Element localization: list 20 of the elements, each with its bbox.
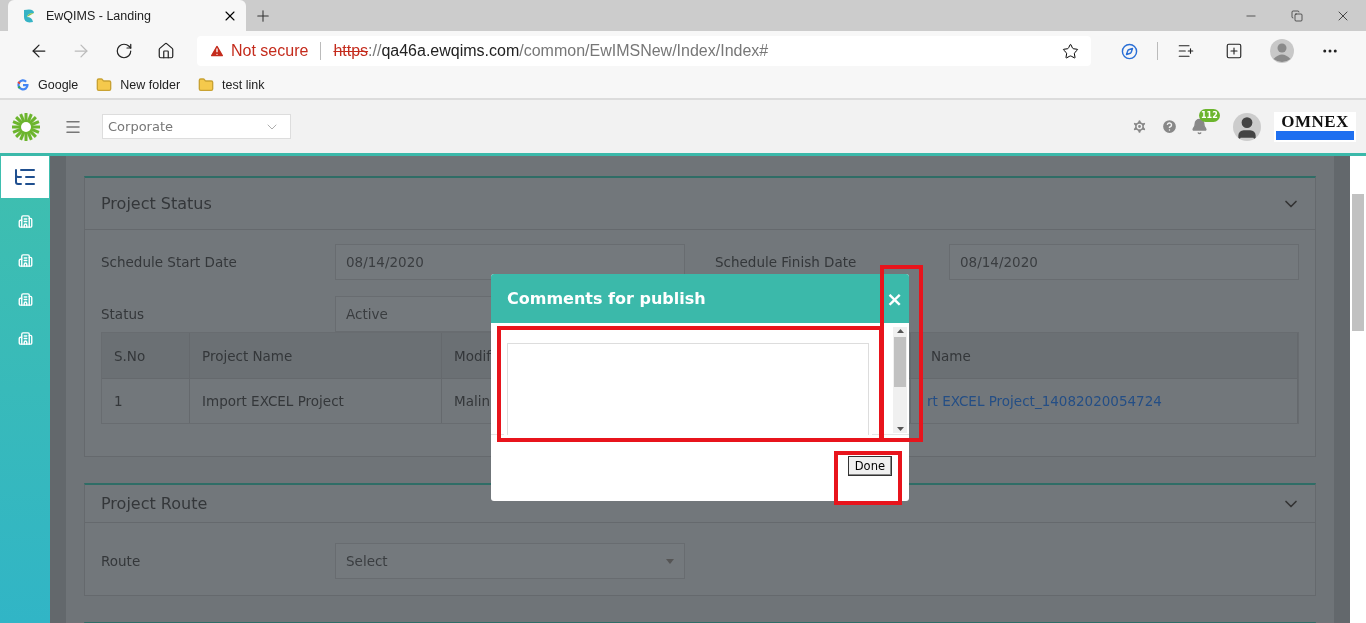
panel-title: Project Route bbox=[101, 494, 208, 513]
column-header: Name bbox=[911, 333, 1298, 378]
column-header: Project Name bbox=[190, 333, 442, 378]
not-secure-label: Not secure bbox=[231, 42, 309, 60]
notification-badge: 112 bbox=[1199, 109, 1220, 122]
table-cell: Import EXCEL Project bbox=[190, 378, 442, 423]
table-cell: 1 bbox=[102, 378, 190, 423]
url-separator: :// bbox=[368, 42, 382, 60]
dialog-title: Comments for publish bbox=[507, 289, 706, 308]
field-label: Schedule Finish Date bbox=[715, 254, 858, 270]
column-header: S.No bbox=[102, 333, 190, 378]
field-label: Schedule Start Date bbox=[101, 254, 238, 270]
url-host: qa46a.ewqims.com bbox=[381, 42, 520, 60]
field-label: Status bbox=[101, 306, 146, 322]
tab-title: EwQIMS - Landing bbox=[46, 8, 152, 23]
panel-title: Project Status bbox=[101, 194, 212, 213]
company-logo: OMNEX bbox=[1274, 111, 1356, 142]
url-scheme: https bbox=[333, 42, 369, 60]
field-label: Route bbox=[101, 553, 142, 569]
url-path: /common/EwIMSNew/Index/Index# bbox=[519, 42, 769, 60]
